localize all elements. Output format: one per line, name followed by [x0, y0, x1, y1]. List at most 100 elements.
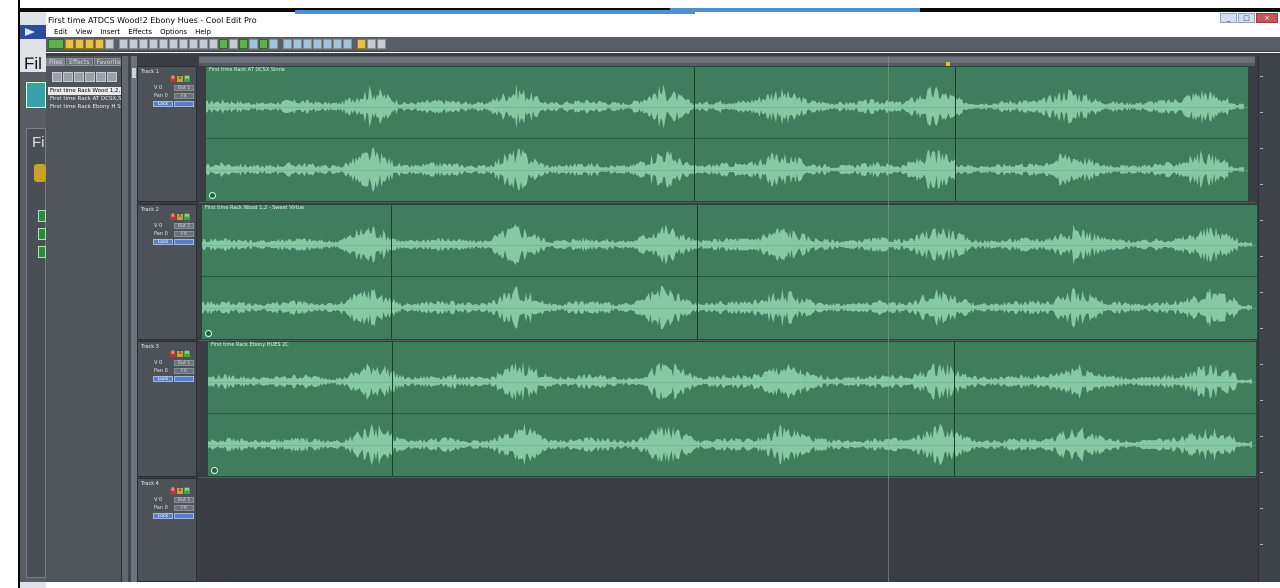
- toolbar-button[interactable]: [149, 39, 158, 49]
- fx-button[interactable]: FX: [174, 93, 194, 99]
- minimize-button[interactable]: _: [1220, 13, 1237, 23]
- fx-button[interactable]: FX: [174, 231, 194, 237]
- toolbar-button[interactable]: [323, 39, 332, 49]
- timeline-ruler[interactable]: [199, 56, 1255, 66]
- toolbar-button[interactable]: [293, 39, 302, 49]
- record-arm-button[interactable]: R: [170, 76, 176, 82]
- audio-clip[interactable]: First time Rack Ebony HUES 2C: [207, 341, 1257, 477]
- solo-button[interactable]: S: [177, 488, 183, 494]
- output-button[interactable]: Out 1: [174, 85, 194, 91]
- toolbar-button[interactable]: [367, 39, 376, 49]
- folder-button[interactable]: [95, 39, 104, 49]
- volume-value[interactable]: V 0: [154, 223, 162, 229]
- toolbar-button[interactable]: [199, 39, 208, 49]
- fx-button[interactable]: FX: [174, 505, 194, 511]
- open-file-icon[interactable]: [52, 72, 62, 82]
- lock-button[interactable]: Lock: [153, 239, 173, 245]
- save-button[interactable]: [75, 39, 84, 49]
- solo-button[interactable]: S: [177, 214, 183, 220]
- app-icon[interactable]: [26, 82, 46, 108]
- audio-clip[interactable]: First time Rack AT DCSX Sinne: [205, 66, 1249, 202]
- maximize-button[interactable]: □: [1238, 13, 1255, 23]
- menu-help[interactable]: Help: [195, 27, 211, 37]
- eq-button[interactable]: [174, 239, 194, 245]
- toolbar-button[interactable]: [229, 39, 238, 49]
- open-button[interactable]: [65, 39, 74, 49]
- toolbar-button[interactable]: [259, 39, 268, 49]
- save-all-button[interactable]: [85, 39, 94, 49]
- toolbar-button[interactable]: [313, 39, 322, 49]
- toolbar-button[interactable]: [139, 39, 148, 49]
- lock-button[interactable]: Lock: [153, 101, 173, 107]
- autoplay-icon[interactable]: [107, 72, 117, 82]
- menu-effects[interactable]: Effects: [128, 27, 152, 37]
- solo-button[interactable]: S: [177, 351, 183, 357]
- file-item[interactable]: First time Rack AT DCSX,S...: [48, 95, 124, 103]
- menu-edit[interactable]: Edit: [54, 27, 68, 37]
- solo-button[interactable]: S: [177, 76, 183, 82]
- toolbar-button[interactable]: [283, 39, 292, 49]
- record-arm-button[interactable]: R: [170, 351, 176, 357]
- toolbar-button[interactable]: [129, 39, 138, 49]
- toolbar-button[interactable]: [357, 39, 366, 49]
- fx-button[interactable]: FX: [174, 368, 194, 374]
- menu-options[interactable]: Options: [160, 27, 187, 37]
- organizer-scrollbar[interactable]: [121, 56, 128, 582]
- volume-value[interactable]: V 0: [154, 360, 162, 366]
- record-arm-button[interactable]: R: [170, 214, 176, 220]
- file-item[interactable]: First time Rack Wood 1,2, M: [48, 87, 124, 95]
- mute-button[interactable]: M: [184, 488, 190, 494]
- arrow-icon[interactable]: [38, 210, 46, 222]
- output-button[interactable]: Out 1: [174, 223, 194, 229]
- output-button[interactable]: Out 1: [174, 497, 194, 503]
- lock-button[interactable]: Lock: [153, 513, 173, 519]
- toolbar-button[interactable]: [209, 39, 218, 49]
- toolbar-button[interactable]: [269, 39, 278, 49]
- volume-value[interactable]: V 0: [154, 497, 162, 503]
- toolbar-button[interactable]: [189, 39, 198, 49]
- toolbar-button[interactable]: [219, 39, 228, 49]
- mute-button[interactable]: M: [184, 351, 190, 357]
- record-arm-button[interactable]: R: [170, 488, 176, 494]
- pan-value[interactable]: Pan 0: [154, 505, 168, 511]
- pan-value[interactable]: Pan 0: [154, 368, 168, 374]
- toolbar-button[interactable]: [179, 39, 188, 49]
- tab-files[interactable]: Files: [46, 58, 66, 66]
- toolbar-button[interactable]: [169, 39, 178, 49]
- mute-button[interactable]: M: [184, 214, 190, 220]
- insert-icon[interactable]: [74, 72, 84, 82]
- mute-button[interactable]: M: [184, 76, 190, 82]
- toolbar-button[interactable]: [159, 39, 168, 49]
- eq-button[interactable]: [174, 101, 194, 107]
- gold-icon[interactable]: [34, 164, 46, 182]
- edit-icon[interactable]: [85, 72, 95, 82]
- lock-button[interactable]: Lock: [153, 376, 173, 382]
- switch-view-button[interactable]: [48, 39, 64, 49]
- play-icon[interactable]: [96, 72, 106, 82]
- close-file-icon[interactable]: [63, 72, 73, 82]
- arrow-icon[interactable]: [38, 228, 46, 240]
- menu-insert[interactable]: Insert: [100, 27, 120, 37]
- eq-button[interactable]: [174, 376, 194, 382]
- output-button[interactable]: Out 1: [174, 360, 194, 366]
- toolbar-button[interactable]: [377, 39, 386, 49]
- toolbar-button[interactable]: [119, 39, 128, 49]
- audio-clip[interactable]: First time Rack Wood 1,2 - Sweet Virtue: [201, 204, 1258, 340]
- toolbar-button[interactable]: [105, 39, 114, 49]
- pan-value[interactable]: Pan 0: [154, 93, 168, 99]
- volume-value[interactable]: V 0: [154, 85, 162, 91]
- toolbar-button[interactable]: [239, 39, 248, 49]
- pan-value[interactable]: Pan 0: [154, 231, 168, 237]
- toolbar-button[interactable]: [249, 39, 258, 49]
- file-item[interactable]: First time Rack Ebony H S...: [48, 103, 124, 111]
- toolbar-button[interactable]: [343, 39, 352, 49]
- clip-loop-icon[interactable]: [209, 192, 216, 199]
- eq-button[interactable]: [174, 513, 194, 519]
- arrow-icon[interactable]: [38, 246, 46, 258]
- toolbar-button[interactable]: [303, 39, 312, 49]
- close-button[interactable]: ×: [1256, 13, 1278, 23]
- toolbar-button[interactable]: [333, 39, 342, 49]
- clip-loop-icon[interactable]: [211, 467, 218, 474]
- clip-loop-icon[interactable]: [205, 330, 212, 337]
- tab-effects[interactable]: Effects: [66, 58, 93, 66]
